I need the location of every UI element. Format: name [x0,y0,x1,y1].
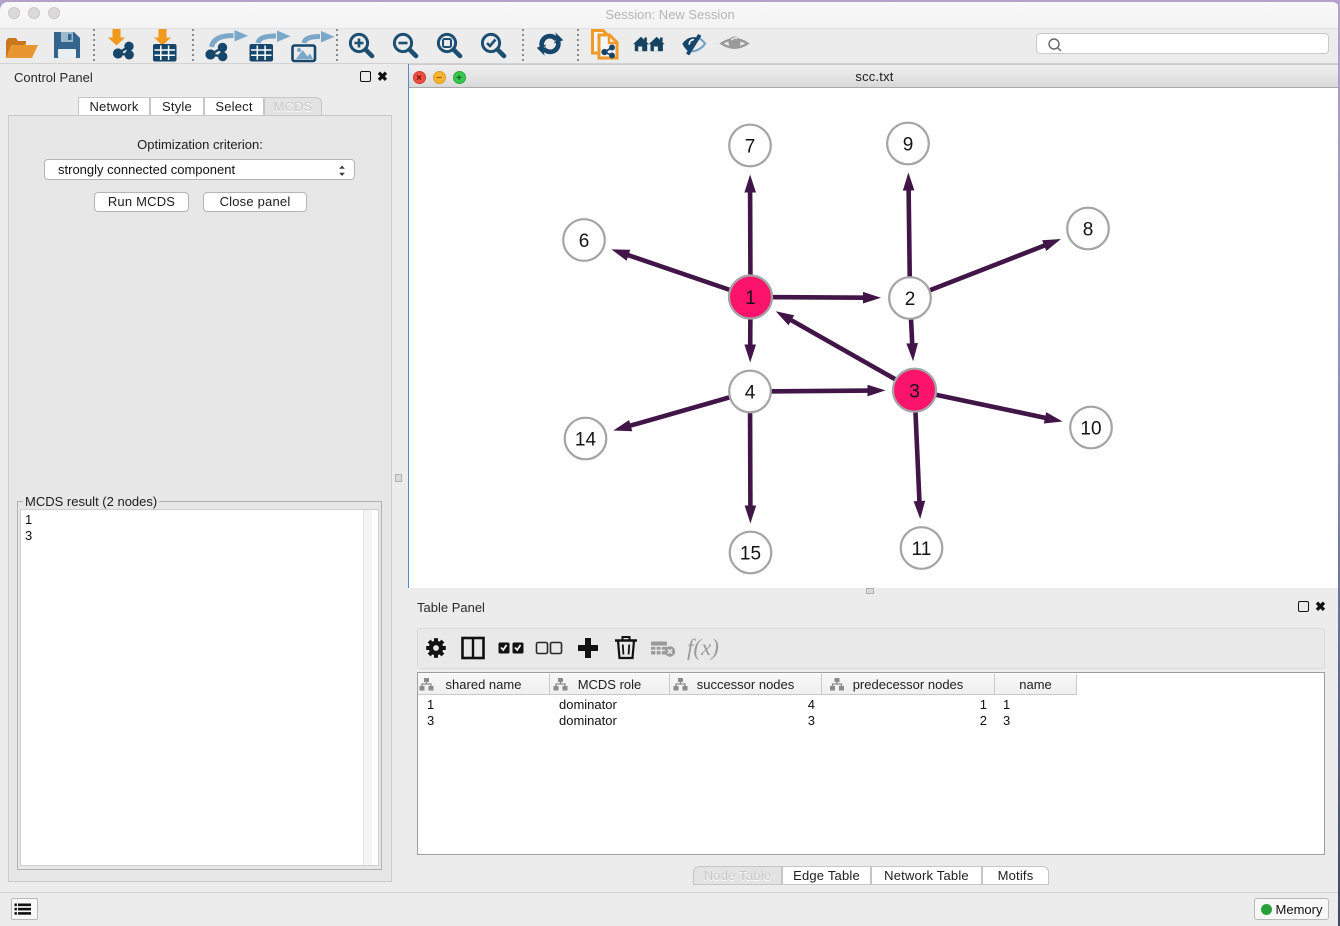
svg-text:4: 4 [745,383,756,404]
svg-text:2: 2 [905,289,916,310]
svg-text:15: 15 [740,544,761,565]
svg-text:f(x): f(x) [687,635,719,660]
svg-text:10: 10 [1080,419,1101,440]
svg-text:3: 3 [909,381,920,402]
svg-text:9: 9 [903,135,914,156]
svg-text:7: 7 [745,137,756,158]
svg-text:14: 14 [575,430,597,451]
svg-text:8: 8 [1083,220,1094,241]
svg-text:6: 6 [579,231,590,252]
svg-text:1: 1 [745,288,756,309]
svg-text:11: 11 [912,539,932,560]
